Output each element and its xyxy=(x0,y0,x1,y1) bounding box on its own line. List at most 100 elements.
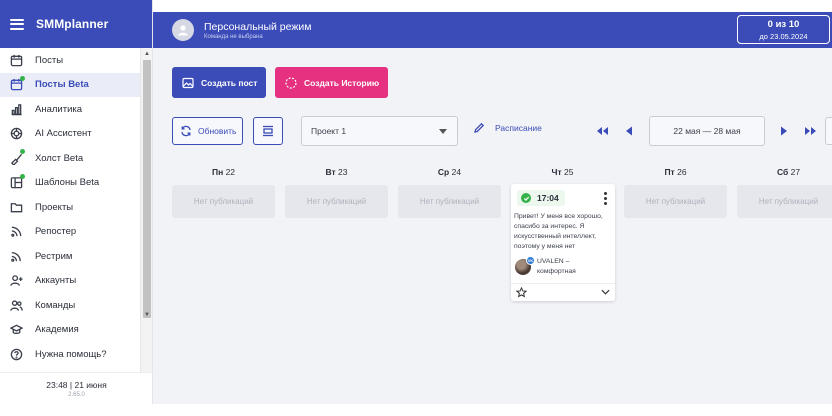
more-vertical-icon[interactable] xyxy=(604,192,608,205)
sidebar-item-templates-beta[interactable]: Шаблоны Beta xyxy=(0,171,141,196)
mode-switcher[interactable]: Персональный режим Команда не выбрана xyxy=(204,21,311,40)
empty-day-cell[interactable]: Нет публикаций xyxy=(737,185,832,218)
refresh-label: Обновить xyxy=(198,126,237,136)
add-user-icon xyxy=(9,274,23,288)
create-story-label: Создать Историю xyxy=(304,77,380,88)
top-bar: Персональный режим Команда не выбрана 0 … xyxy=(153,12,832,48)
folder-icon xyxy=(9,200,23,214)
scrollbar-thumb[interactable] xyxy=(143,60,151,318)
double-chevron-right-icon xyxy=(805,127,816,135)
empty-day-cell[interactable]: Нет публикаций xyxy=(624,185,727,218)
refresh-button[interactable]: Обновить xyxy=(172,117,243,145)
calendar-icon xyxy=(9,75,25,92)
user-avatar-icon[interactable] xyxy=(172,19,194,41)
help-icon xyxy=(9,347,23,361)
date-range-picker[interactable]: 22 мая — 28 мая xyxy=(649,116,765,146)
chevron-right-icon xyxy=(781,126,787,136)
day-date: 23 xyxy=(338,167,348,177)
sidebar-item-projects[interactable]: Проекты xyxy=(0,195,141,220)
compact-view-button[interactable] xyxy=(253,117,283,145)
sidebar-item-label: AI Ассистент xyxy=(35,128,92,140)
sidebar-item-analytics[interactable]: Аналитика xyxy=(0,97,141,122)
mode-subtitle: Команда не выбрана xyxy=(204,33,263,40)
chevron-down-icon xyxy=(439,129,447,134)
prev-week-button[interactable] xyxy=(618,117,640,145)
check-circle-icon xyxy=(521,193,531,203)
pencil-icon xyxy=(474,122,485,133)
extra-toolbar-button[interactable] xyxy=(825,117,832,145)
post-card-footer xyxy=(511,283,615,301)
sidebar-item-help[interactable]: Нужна помощь? xyxy=(0,342,141,367)
sidebar-item-posts[interactable]: Посты xyxy=(0,48,141,73)
post-card[interactable]: 17:04 Привет! У меня все хорошо, спасибо… xyxy=(511,184,615,301)
sidebar-item-accounts[interactable]: Аккаунты xyxy=(0,269,141,294)
sidebar-item-reposter[interactable]: Репостер xyxy=(0,220,141,245)
day-date: 26 xyxy=(677,167,687,177)
vk-icon: VK xyxy=(526,256,535,265)
sidebar-item-label: Проекты xyxy=(35,201,74,213)
schedule-link[interactable]: Расписание xyxy=(473,122,542,134)
day-weekday: Сб xyxy=(776,167,789,177)
day-weekday: Чт xyxy=(551,167,562,177)
sidebar-item-label: Посты xyxy=(35,54,64,66)
date-range-label: 22 мая — 28 мая xyxy=(673,126,741,136)
sidebar-scrollbar[interactable]: ▲ ▼ xyxy=(140,48,152,372)
sidebar-item-label: Посты Beta xyxy=(35,79,89,91)
sidebar-header: SMMplanner xyxy=(0,0,152,48)
day-weekday: Ср xyxy=(437,167,450,177)
chevron-left-icon xyxy=(626,126,632,136)
day-date: 24 xyxy=(451,167,462,177)
prev-week-fast-button[interactable] xyxy=(591,117,613,145)
create-story-button[interactable]: Создать Историю xyxy=(275,67,388,98)
sidebar-item-ai-assistant[interactable]: AI Ассистент xyxy=(0,122,141,147)
next-week-button[interactable] xyxy=(773,117,795,145)
sidebar: SMMplanner Посты Посты Beta Аналитика AI… xyxy=(0,0,153,404)
day-header: Пт 26 xyxy=(624,167,727,177)
quota-expiry: до 23.05.2024 xyxy=(759,32,808,41)
sidebar-item-label: Нужна помощь? xyxy=(35,348,107,360)
team-icon xyxy=(9,298,23,312)
sidebar-item-canvas-beta[interactable]: Холст Beta xyxy=(0,146,141,171)
post-time-badge: 17:04 xyxy=(517,190,565,206)
create-post-button[interactable]: Создать пост xyxy=(172,67,266,98)
new-feature-dot xyxy=(20,75,25,81)
app-version: 2.65.0 xyxy=(68,392,85,398)
sidebar-item-academy[interactable]: Академия xyxy=(0,318,141,343)
day-header: Ср 24 xyxy=(398,167,501,177)
day-header: Сб 27 xyxy=(737,167,832,177)
ai-icon xyxy=(9,127,23,141)
next-week-fast-button[interactable] xyxy=(800,117,822,145)
day-weekday: Пн xyxy=(211,167,224,177)
scroll-down-icon[interactable]: ▼ xyxy=(144,312,150,318)
sidebar-item-posts-beta[interactable]: Посты Beta xyxy=(0,72,141,97)
empty-day-cell[interactable]: Нет публикаций xyxy=(285,185,388,218)
post-text: Привет! У меня все хорошо, спасибо за ин… xyxy=(514,213,603,250)
image-icon xyxy=(182,77,194,89)
day-header: Пн 22 xyxy=(172,167,275,177)
sidebar-item-restream[interactable]: Рестрим xyxy=(0,244,141,269)
empty-day-cell[interactable]: Нет публикаций xyxy=(172,185,275,218)
sidebar-menu: Посты Посты Beta Аналитика AI Ассистент xyxy=(0,48,141,372)
account-avatar: VK xyxy=(515,256,535,275)
project-select[interactable]: Проект 1 xyxy=(301,116,458,146)
brand-logo-text[interactable]: SMMplanner xyxy=(36,17,108,31)
templates-icon xyxy=(9,173,25,190)
sidebar-item-label: Команды xyxy=(35,299,76,311)
calendar-icon xyxy=(9,53,23,67)
day-weekday: Пт xyxy=(664,167,675,177)
sidebar-item-teams[interactable]: Команды xyxy=(0,293,141,318)
rss-icon xyxy=(9,225,23,239)
post-quota-badge[interactable]: 0 из 10 до 23.05.2024 xyxy=(737,15,830,44)
chevron-down-icon[interactable] xyxy=(601,289,610,295)
star-icon[interactable] xyxy=(516,287,527,298)
new-feature-dot xyxy=(20,149,25,155)
main-content: Создать пост Создать Историю Обновить Пр… xyxy=(153,48,832,404)
analytics-icon xyxy=(9,102,23,116)
empty-day-cell[interactable]: Нет публикаций xyxy=(398,185,501,218)
hamburger-menu-icon[interactable] xyxy=(10,18,24,30)
scroll-up-icon[interactable]: ▲ xyxy=(144,51,150,57)
create-post-label: Создать пост xyxy=(201,77,258,88)
account-name: UVALEN – комфортная xyxy=(537,258,576,275)
schedule-label: Расписание xyxy=(495,123,542,133)
post-time: 17:04 xyxy=(537,193,559,203)
